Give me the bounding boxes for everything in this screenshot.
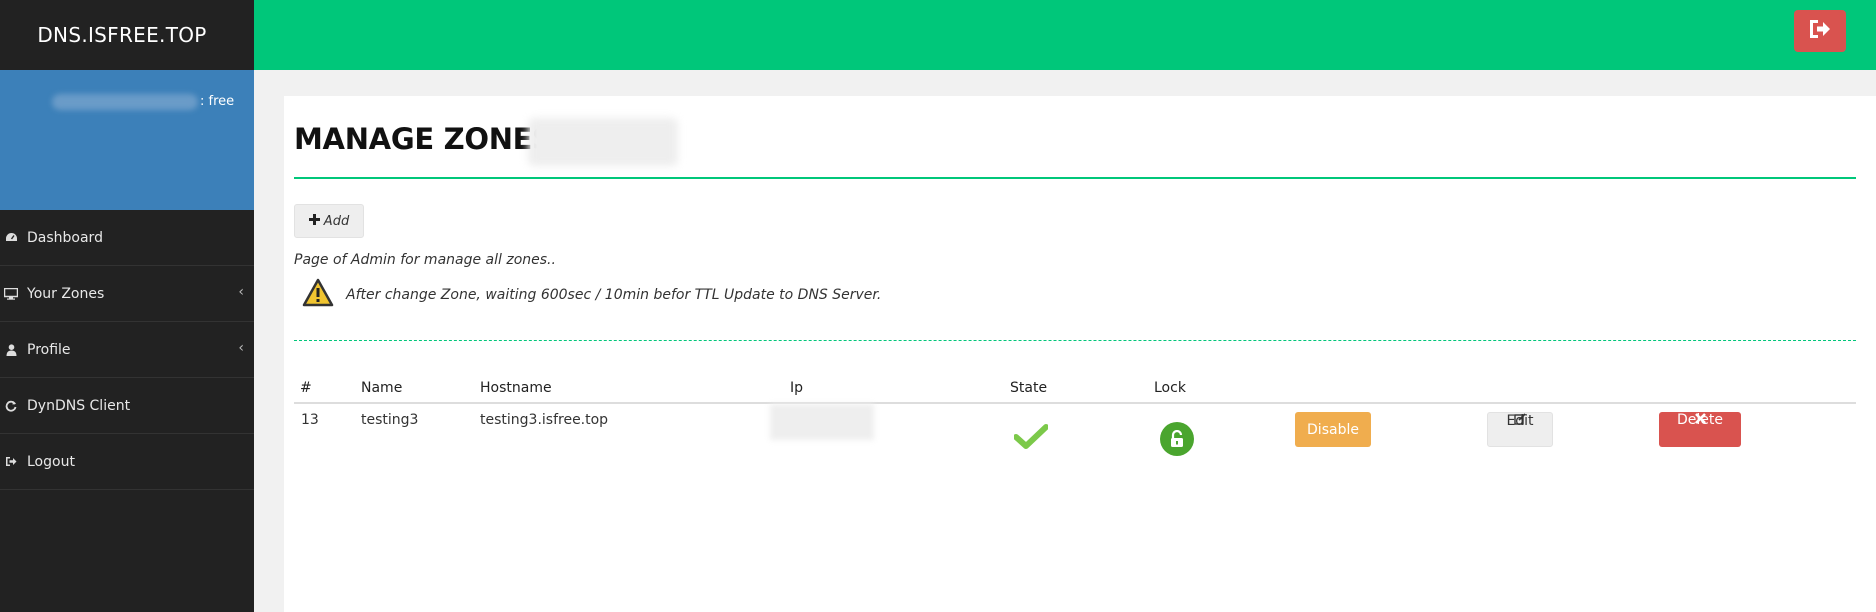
sidebar-item-your-zones[interactable]: Your Zones ‹ (0, 266, 254, 322)
header-hostname: Hostname (480, 380, 552, 396)
warning-text: After change Zone, waiting 600sec / 10mi… (346, 287, 882, 303)
sidebar: DNS.ISFREE.TOP : free Dashboard Your Zon… (0, 0, 254, 612)
user-plan-label: : free (200, 94, 235, 109)
sign-out-icon (1808, 18, 1832, 44)
zone-ip-redacted (770, 404, 874, 440)
sidebar-item-label: Your Zones (27, 285, 105, 302)
sign-out-icon (4, 456, 18, 467)
main-content: MANAGE ZONES Add Page of Admin for manag… (284, 96, 1876, 612)
delete-label: Delete (1677, 412, 1723, 428)
delete-button[interactable]: Delete (1659, 412, 1741, 447)
admin-name-redacted (528, 118, 678, 166)
user-panel: : free (0, 70, 254, 210)
page-description: Page of Admin for manage all zones.. (294, 252, 556, 268)
sidebar-item-profile[interactable]: Profile ‹ (0, 322, 254, 378)
sidebar-item-label: DynDNS Client (27, 397, 131, 414)
disable-button[interactable]: Disable (1295, 412, 1371, 447)
table-header: # Name Hostname Ip State Lock (294, 380, 1856, 404)
add-label: Add (323, 213, 350, 229)
username-redacted (52, 94, 198, 110)
section-divider (294, 340, 1856, 341)
header-id: # (300, 380, 312, 396)
zone-id: 13 (301, 412, 319, 428)
unlock-icon[interactable] (1160, 422, 1194, 456)
sync-icon (4, 400, 18, 412)
header-ip: Ip (790, 380, 804, 396)
title-divider (294, 177, 1856, 179)
sidebar-item-label: Dashboard (27, 229, 103, 246)
sidebar-item-dyndns-client[interactable]: DynDNS Client (0, 378, 254, 434)
plus-icon (308, 213, 320, 229)
warning-icon (302, 278, 334, 312)
header-state: State (1010, 380, 1048, 396)
page-title: MANAGE ZONES (294, 122, 553, 156)
sidebar-item-label: Logout (27, 453, 75, 470)
edit-label: Edit (1506, 413, 1534, 429)
sidebar-item-label: Profile (27, 341, 71, 358)
table-row: 13 testing3 testing3.isfree.top Disable … (294, 404, 1856, 456)
chevron-left-icon: ‹ (238, 284, 244, 300)
user-icon (4, 343, 18, 356)
dashboard-icon (4, 232, 18, 243)
check-icon (1013, 424, 1049, 454)
brand-title[interactable]: DNS.ISFREE.TOP (0, 0, 254, 70)
sidebar-menu: Dashboard Your Zones ‹ Profile ‹ DynDNS … (0, 210, 254, 490)
sidebar-item-logout[interactable]: Logout (0, 434, 254, 490)
zone-hostname: testing3.isfree.top (480, 412, 609, 428)
sidebar-item-dashboard[interactable]: Dashboard (0, 210, 254, 266)
top-bar (254, 0, 1876, 70)
edit-button[interactable]: Edit (1487, 412, 1553, 447)
zone-name: testing3 (361, 412, 419, 428)
desktop-icon (4, 287, 18, 300)
header-lock: Lock (1154, 380, 1186, 396)
ttl-warning: After change Zone, waiting 600sec / 10mi… (302, 278, 881, 312)
header-name: Name (361, 380, 403, 396)
add-zone-button[interactable]: Add (294, 204, 364, 238)
chevron-left-icon: ‹ (238, 340, 244, 356)
logout-button[interactable] (1794, 10, 1846, 52)
